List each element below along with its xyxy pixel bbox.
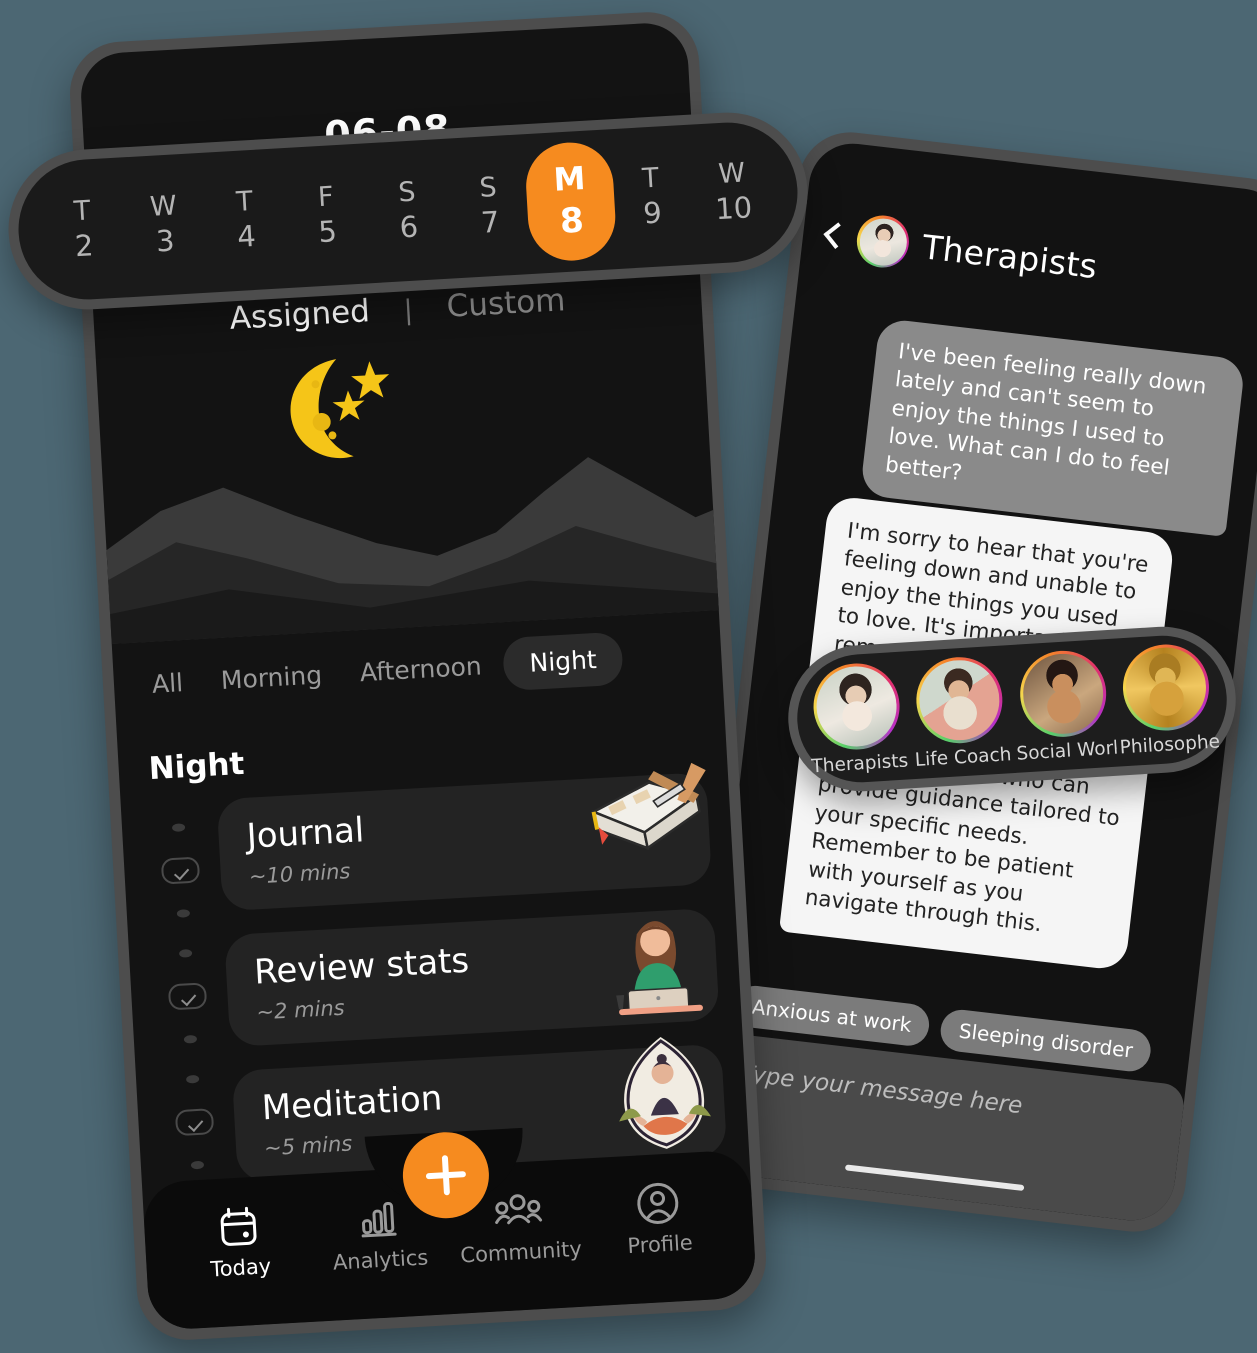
mountain-silhouette xyxy=(106,457,741,645)
composition-canvas: Therapists I've been feeling really down… xyxy=(0,0,1257,1353)
nav-analytics-label: Analytics xyxy=(332,1245,429,1275)
date-daynum: 9 xyxy=(642,195,663,231)
user-circle-icon xyxy=(597,1177,719,1230)
date-weekday: S xyxy=(397,176,417,209)
persona-item-philosopher[interactable]: Philosopher xyxy=(1114,641,1221,758)
persona-photo xyxy=(1123,644,1209,730)
date-cell[interactable]: W 10 xyxy=(694,156,772,228)
rail-dot xyxy=(171,823,185,833)
woman-laptop-icon xyxy=(587,894,725,1021)
persona-selector-inner: Therapists Life Coach Social Worker Phil… xyxy=(793,631,1231,787)
date-weekday: F xyxy=(317,181,335,213)
chat-message-user: I've been feeling really down lately and… xyxy=(859,317,1246,537)
meditating-woman-icon xyxy=(594,1029,732,1156)
date-weekday: W xyxy=(717,157,746,190)
persona-label: Philosopher xyxy=(1119,730,1221,758)
nav-community-label: Community xyxy=(459,1236,583,1268)
avatar-image xyxy=(856,215,909,268)
date-cell[interactable]: T 2 xyxy=(44,193,122,265)
filter-all[interactable]: All xyxy=(135,655,201,711)
rail-dot xyxy=(178,949,192,959)
rail-dot xyxy=(190,1160,204,1170)
nav-profile-label: Profile xyxy=(626,1230,694,1259)
date-weekday: T xyxy=(235,185,254,218)
date-daynum: 8 xyxy=(558,199,585,241)
date-weekday: W xyxy=(149,190,178,223)
persona-label: Life Coach xyxy=(914,743,1012,771)
filter-night[interactable]: Night xyxy=(502,631,625,692)
task-name: Review stats xyxy=(253,940,471,993)
task-timeline-rail xyxy=(157,807,218,1187)
back-chevron-icon[interactable] xyxy=(819,219,845,253)
date-cell-selected[interactable]: M 8 xyxy=(523,140,618,264)
persona-selector: Therapists Life Coach Social Worker Phil… xyxy=(783,622,1241,796)
task-list: Journal ~10 mins Review stats ~2 mins Me… xyxy=(120,755,749,1188)
task-name: Journal xyxy=(245,810,366,858)
persona-avatar xyxy=(1017,647,1109,739)
date-daynum: 7 xyxy=(479,204,501,240)
persona-photo xyxy=(1020,650,1106,736)
date-weekday: T xyxy=(72,195,92,228)
persona-item-life-coach[interactable]: Life Coach xyxy=(907,654,1014,771)
rail-dot xyxy=(176,908,190,918)
tab-divider: | xyxy=(402,294,414,327)
task-checkbox[interactable] xyxy=(174,1108,215,1136)
night-hero-illustration xyxy=(95,311,741,645)
rail-dot xyxy=(183,1034,197,1044)
persona-item-therapists[interactable]: Therapists xyxy=(804,660,911,777)
persona-photo xyxy=(813,663,899,749)
date-cell[interactable]: T 9 xyxy=(613,161,691,233)
date-daynum: 4 xyxy=(236,218,257,254)
avatar[interactable] xyxy=(854,212,912,271)
page-title: Therapists xyxy=(920,226,1100,286)
task-row[interactable]: Journal ~10 mins xyxy=(216,762,713,912)
persona-label: Therapists xyxy=(810,749,909,777)
filter-morning[interactable]: Morning xyxy=(203,648,339,708)
nav-today[interactable]: Today xyxy=(177,1201,301,1284)
persona-avatar xyxy=(1120,641,1212,733)
persona-avatar xyxy=(914,654,1006,746)
persona-photo xyxy=(917,657,1002,743)
date-daynum: 10 xyxy=(714,189,754,227)
task-name: Meditation xyxy=(260,1078,444,1129)
date-weekday: S xyxy=(478,171,498,204)
date-daynum: 2 xyxy=(73,227,95,263)
task-checkbox[interactable] xyxy=(160,856,201,885)
date-cell[interactable]: T 4 xyxy=(207,184,285,256)
task-row[interactable]: Review stats ~2 mins xyxy=(224,907,720,1048)
message-input[interactable]: Type your message here xyxy=(739,1061,1149,1134)
rail-dot xyxy=(185,1074,199,1084)
chat-header: Therapists xyxy=(800,139,1257,313)
nav-profile[interactable]: Profile xyxy=(597,1177,721,1260)
date-cell[interactable]: S 7 xyxy=(450,170,528,242)
nav-today-label: Today xyxy=(209,1254,272,1282)
task-checkbox[interactable] xyxy=(167,982,208,1011)
date-cell[interactable]: F 5 xyxy=(288,179,366,251)
journal-notebook-icon xyxy=(579,758,717,885)
date-cell[interactable]: W 3 xyxy=(125,189,203,261)
date-cell[interactable]: S 6 xyxy=(369,175,447,247)
date-weekday: T xyxy=(641,162,660,195)
filter-afternoon[interactable]: Afternoon xyxy=(342,639,499,701)
persona-item-social-worker[interactable]: Social Worker xyxy=(1010,647,1117,764)
persona-label: Social Worker xyxy=(1015,737,1117,765)
date-daynum: 5 xyxy=(317,213,338,249)
home-indicator xyxy=(844,1164,1025,1192)
persona-avatar xyxy=(810,660,902,752)
date-daynum: 6 xyxy=(398,209,420,245)
date-daynum: 3 xyxy=(155,223,176,259)
calendar-icon xyxy=(177,1201,299,1254)
date-weekday: M xyxy=(552,160,586,199)
